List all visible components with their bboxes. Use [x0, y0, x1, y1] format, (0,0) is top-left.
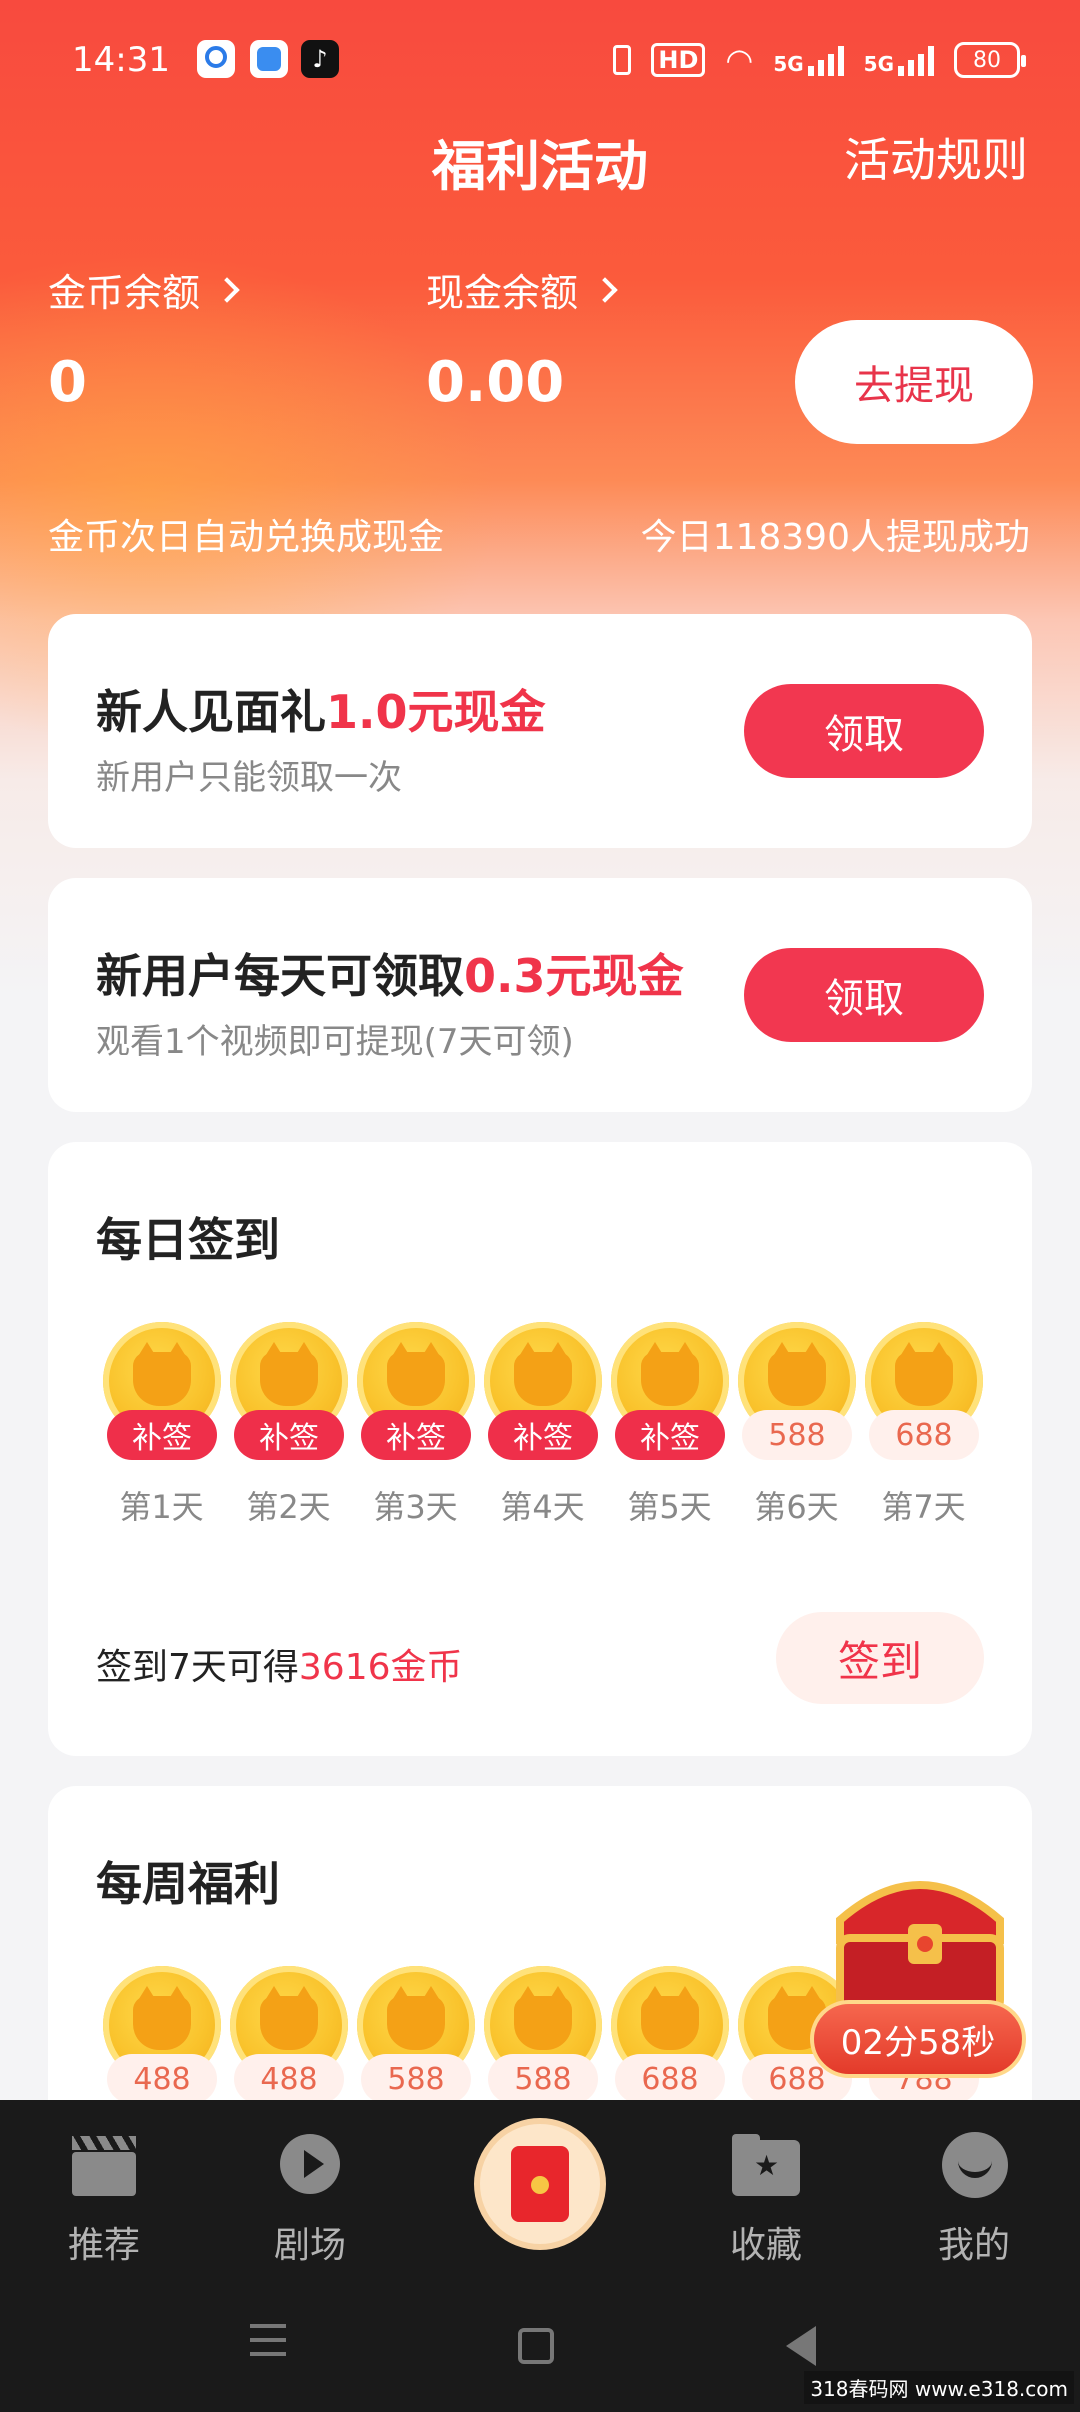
day-badge: 588: [361, 2054, 471, 2104]
day-badge: 588: [488, 2054, 598, 2104]
nav-item-recommend[interactable]: 推荐: [24, 2110, 184, 2268]
coin-balance-link[interactable]: 金币余额: [48, 262, 240, 317]
checkin-day[interactable]: 补签第3天: [352, 1322, 479, 1542]
cash-balance-link[interactable]: 现金余额: [426, 262, 618, 317]
battery-icon: 80: [954, 42, 1026, 78]
day-badge: 588: [742, 1410, 852, 1460]
checkin-day[interactable]: 补签第5天: [606, 1322, 733, 1542]
day-label: 第2天: [246, 1488, 331, 1526]
daily-checkin-card: 每日签到 补签 第1天 补签 第2天 补签 第3天 补签 第4天 补签 第5天 588 第6…: [48, 1142, 1032, 1756]
app-notification-icon: [250, 40, 288, 78]
day-badge: 补签: [361, 1410, 471, 1460]
reward-highlight: 0.3元现金: [464, 949, 684, 1003]
card-subtitle: 新用户只能领取一次: [96, 758, 402, 798]
checkin-day[interactable]: 688 第7天: [860, 1322, 987, 1542]
signal-icon: 5G: [864, 44, 934, 76]
clapperboard-icon: [68, 2130, 140, 2202]
claim-button[interactable]: 领取: [744, 684, 984, 778]
withdraw-success-note: 今日118390人提现成功: [640, 517, 1030, 558]
section-title: 每周福利: [96, 1857, 280, 1911]
chevron-right-icon: [214, 276, 240, 303]
nav-label: 推荐: [67, 2225, 140, 2266]
reward-highlight: 3616金币: [298, 1647, 463, 1688]
nav-label: 收藏: [729, 2225, 802, 2266]
vibrate-icon: [613, 45, 632, 75]
checkin-day[interactable]: 补签第4天: [479, 1322, 606, 1542]
home-icon[interactable]: [518, 2328, 554, 2364]
back-icon[interactable]: [786, 2326, 816, 2366]
coin-balance-label: 金币余额: [48, 271, 201, 315]
nav-label: 我的: [937, 2225, 1010, 2266]
checkin-day[interactable]: 补签第2天: [225, 1322, 352, 1542]
card-subtitle: 观看1个视频即可提现(7天可领): [96, 1022, 574, 1062]
status-bar: 14:31 ♪ HD ◠ 5G 5G 80: [0, 0, 1080, 120]
smile-face-icon: [938, 2130, 1010, 2202]
nav-item-theater[interactable]: 剧场: [230, 2110, 390, 2268]
rules-link[interactable]: 活动规则: [844, 124, 1028, 190]
day-label: 第5天: [627, 1488, 712, 1526]
app-notification-icon: [197, 40, 235, 78]
checkin-day[interactable]: 补签第1天: [98, 1322, 225, 1542]
day-label: 第7天: [881, 1488, 966, 1526]
cash-balance-label: 现金余额: [426, 271, 579, 315]
checkin-day[interactable]: 588 第6天: [733, 1322, 860, 1542]
checkin-button[interactable]: 签到: [776, 1612, 984, 1704]
day-label: 第1天: [119, 1488, 204, 1526]
signal-icon: 5G: [773, 44, 844, 76]
day-badge: 补签: [488, 1410, 598, 1460]
menu-icon[interactable]: [250, 2312, 286, 2372]
day-badge: 补签: [107, 1410, 217, 1460]
checkin-reward-note: 签到7天可得3616金币: [96, 1647, 463, 1688]
play-bubble-icon: [274, 2130, 346, 2202]
red-envelope-button[interactable]: [474, 2118, 606, 2250]
day-label: 第6天: [754, 1488, 839, 1526]
status-time: 14:31: [72, 40, 170, 80]
card-title: 新用户每天可领取0.3元现金: [96, 949, 684, 1003]
watermark: 318春码网 www.e318.com: [804, 2371, 1074, 2404]
wifi-icon: ◠: [725, 41, 754, 79]
coin-balance-value: 0: [48, 350, 87, 415]
section-title: 每日签到: [96, 1213, 280, 1267]
tiktok-icon: ♪: [301, 40, 339, 78]
cash-balance-value: 0.00: [426, 350, 565, 415]
daily-cash-card: 新用户每天可领取0.3元现金 观看1个视频即可提现(7天可领) 领取: [48, 878, 1032, 1112]
day-badge: 688: [869, 1410, 979, 1460]
countdown-timer[interactable]: 02分58秒: [810, 2000, 1026, 2078]
red-envelope-icon: [511, 2146, 569, 2222]
hd-label: HD: [651, 43, 706, 77]
day-badge: 补签: [234, 1410, 344, 1460]
battery-level: 80: [973, 47, 1001, 73]
card-title: 新人见面礼1.0元现金: [96, 685, 546, 739]
new-user-gift-card: 新人见面礼1.0元现金 新用户只能领取一次 领取: [48, 614, 1032, 848]
day-badge: 488: [107, 2054, 217, 2104]
day-label: 第3天: [373, 1488, 458, 1526]
day-badge: 488: [234, 2054, 344, 2104]
treasure-chest-icon[interactable]: [820, 1860, 1020, 2020]
nav-item-favorites[interactable]: ★ 收藏: [686, 2110, 846, 2268]
star-folder-icon: ★: [730, 2130, 802, 2202]
checkin-days: 补签 第1天 补签 第2天 补签 第3天 补签 第4天 补签 第5天 588 第6天 688…: [98, 1322, 987, 1542]
day-badge: 补签: [615, 1410, 725, 1460]
nav-item-profile[interactable]: 我的: [894, 2110, 1054, 2268]
day-badge: 688: [615, 2054, 725, 2104]
day-label: 第4天: [500, 1488, 585, 1526]
reward-highlight: 1.0元现金: [326, 685, 546, 739]
chevron-right-icon: [592, 276, 618, 303]
claim-button[interactable]: 领取: [744, 948, 984, 1042]
nav-label: 剧场: [273, 2225, 346, 2266]
withdraw-button[interactable]: 去提现: [795, 320, 1033, 444]
auto-exchange-note: 金币次日自动兑换成现金: [48, 517, 445, 558]
